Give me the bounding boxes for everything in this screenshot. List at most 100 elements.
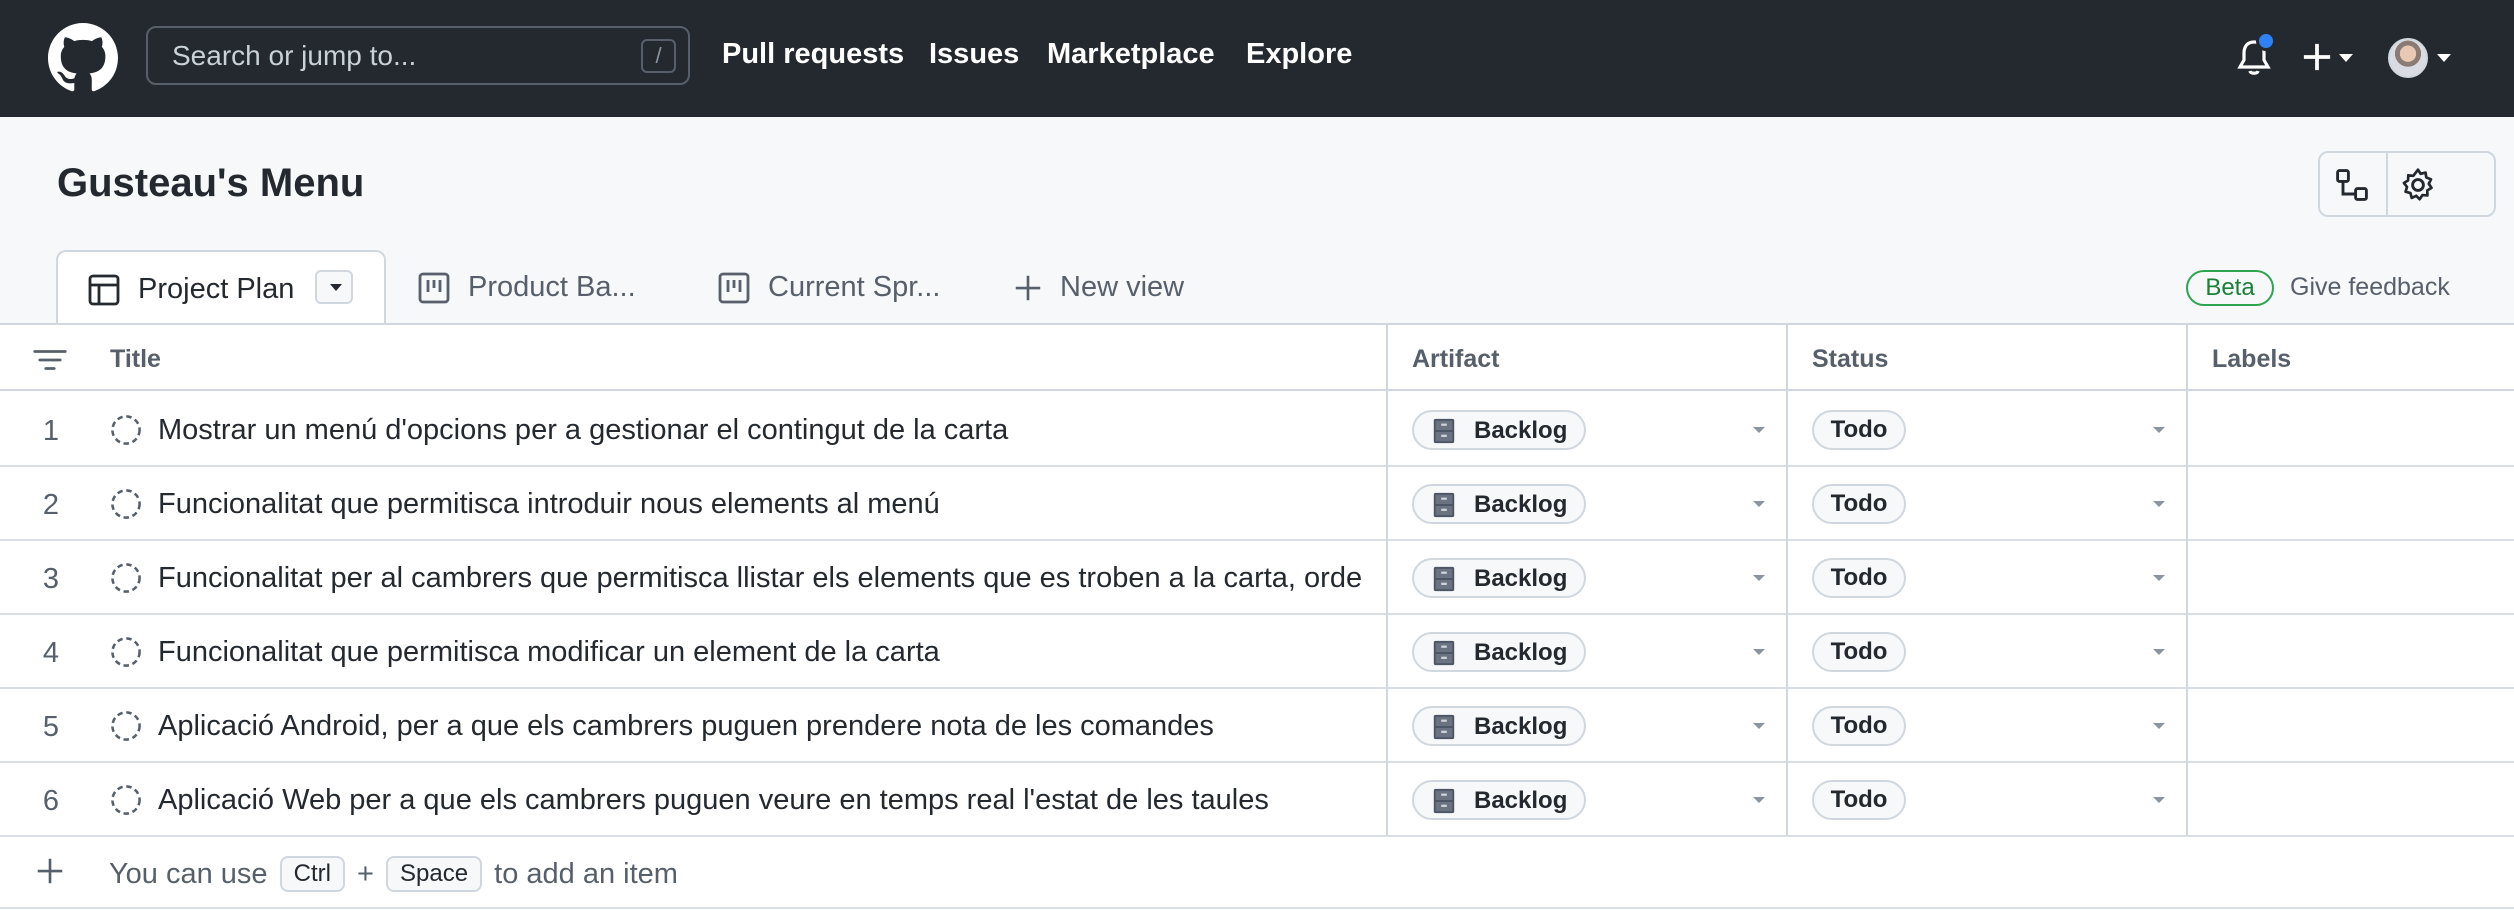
column-header-status[interactable]: Status xyxy=(1812,345,1888,374)
draft-issue-icon xyxy=(111,415,141,445)
avatar[interactable] xyxy=(2388,38,2428,78)
chevron-down-icon[interactable] xyxy=(2152,500,2166,508)
row-title[interactable]: Funcionalitat que permitisca modificar u… xyxy=(158,636,1362,669)
plus-icon[interactable] xyxy=(2302,42,2332,72)
row-title[interactable]: Mostrar un menú d'opcions per a gestiona… xyxy=(158,414,1362,447)
chevron-down-icon[interactable] xyxy=(2152,796,2166,804)
tab-label: Product Ba... xyxy=(468,271,636,303)
kbd-space: Space xyxy=(386,856,483,892)
status-pill[interactable]: Todo xyxy=(1812,632,1906,672)
page-title: Gusteau's Menu xyxy=(57,161,365,205)
nav-marketplace[interactable]: Marketplace xyxy=(1047,38,1215,71)
kbd-ctrl: Ctrl xyxy=(279,856,345,892)
draft-issue-icon xyxy=(111,489,141,519)
draft-issue-icon xyxy=(111,711,141,741)
row-title[interactable]: Funcionalitat per al cambrers que permit… xyxy=(158,562,1362,595)
table-row[interactable]: 4 Funcionalitat que permitisca modificar… xyxy=(0,615,2514,689)
row-number: 6 xyxy=(42,785,60,817)
status-pill[interactable]: Todo xyxy=(1812,780,1906,820)
table-row[interactable]: 6 Aplicació Web per a que els cambrers p… xyxy=(0,763,2514,837)
draft-issue-icon xyxy=(111,563,141,593)
add-item-suffix: to add an item xyxy=(494,858,678,890)
beta-badge: Beta xyxy=(2186,270,2274,306)
artifact-pill[interactable]: Backlog xyxy=(1412,706,1586,746)
table-row[interactable]: 1 Mostrar un menú d'opcions per a gestio… xyxy=(0,393,2514,467)
chevron-down-icon[interactable] xyxy=(2152,426,2166,434)
table-row[interactable]: 3 Funcionalitat per al cambrers que perm… xyxy=(0,541,2514,615)
row-number: 3 xyxy=(42,563,60,595)
column-header-labels[interactable]: Labels xyxy=(2212,345,2291,374)
tab-product-backlog[interactable]: Product Ba... xyxy=(416,250,656,324)
column-header-artifact[interactable]: Artifact xyxy=(1412,345,1500,374)
tab-project-plan[interactable]: Project Plan xyxy=(56,250,386,324)
status-pill[interactable]: Todo xyxy=(1812,706,1906,746)
chevron-down-icon[interactable] xyxy=(1752,722,1766,730)
gear-icon[interactable] xyxy=(2400,167,2436,203)
search-input[interactable]: Search or jump to... / xyxy=(146,26,690,85)
row-title[interactable]: Aplicació Android, per a que els cambrer… xyxy=(158,710,1362,743)
kbd-plus: + xyxy=(357,858,374,890)
chevron-down-icon[interactable] xyxy=(2152,574,2166,582)
add-item-row[interactable]: You can use Ctrl + Space to add an item xyxy=(0,835,2514,909)
tab-label: Project Plan xyxy=(138,273,295,305)
table-header-row: Title Artifact Status Labels xyxy=(0,323,2514,391)
draft-issue-icon xyxy=(111,785,141,815)
file-cabinet-icon xyxy=(1433,492,1455,518)
plus-icon[interactable] xyxy=(36,857,64,885)
artifact-label: Backlog xyxy=(1474,639,1568,666)
column-header-title[interactable]: Title xyxy=(110,345,161,374)
row-title[interactable]: Aplicació Web per a que els cambrers pug… xyxy=(158,784,1362,817)
artifact-pill[interactable]: Backlog xyxy=(1412,632,1586,672)
project-action-buttons xyxy=(2318,151,2496,217)
chevron-down-icon[interactable] xyxy=(2338,53,2354,63)
new-view-button[interactable]: New view xyxy=(1012,250,1232,324)
board-icon xyxy=(718,272,750,304)
add-item-prefix: You can use xyxy=(109,858,268,890)
nav-pull-requests[interactable]: Pull requests xyxy=(722,38,904,71)
tab-current-sprint[interactable]: Current Spr... xyxy=(716,250,956,324)
artifact-pill[interactable]: Backlog xyxy=(1412,558,1586,598)
status-pill[interactable]: Todo xyxy=(1812,410,1906,450)
add-item-hint: You can use Ctrl + Space to add an item xyxy=(109,856,678,892)
file-cabinet-icon xyxy=(1433,566,1455,592)
chevron-down-icon[interactable] xyxy=(1752,426,1766,434)
nav-issues[interactable]: Issues xyxy=(929,38,1019,71)
status-pill[interactable]: Todo xyxy=(1812,558,1906,598)
artifact-pill[interactable]: Backlog xyxy=(1412,780,1586,820)
row-number: 4 xyxy=(42,637,60,669)
board-icon xyxy=(418,272,450,304)
status-pill[interactable]: Todo xyxy=(1812,484,1906,524)
file-cabinet-icon xyxy=(1433,418,1455,444)
chevron-down-icon[interactable] xyxy=(1752,648,1766,656)
give-feedback-link[interactable]: Give feedback xyxy=(2290,273,2450,302)
artifact-label: Backlog xyxy=(1474,565,1568,592)
file-cabinet-icon xyxy=(1433,640,1455,666)
chevron-down-icon[interactable] xyxy=(2152,648,2166,656)
row-title[interactable]: Funcionalitat que permitisca introduir n… xyxy=(158,488,1362,521)
row-number: 5 xyxy=(42,711,60,743)
artifact-pill[interactable]: Backlog xyxy=(1412,484,1586,524)
tab-options-dropdown[interactable] xyxy=(315,270,353,304)
notification-dot xyxy=(2256,31,2276,51)
chevron-down-icon[interactable] xyxy=(1752,574,1766,582)
chevron-down-icon[interactable] xyxy=(1752,796,1766,804)
table-row[interactable]: 5 Aplicació Android, per a que els cambr… xyxy=(0,689,2514,763)
chevron-down-icon[interactable] xyxy=(2152,722,2166,730)
chevron-down-icon[interactable] xyxy=(1752,500,1766,508)
artifact-label: Backlog xyxy=(1474,417,1568,444)
table-icon xyxy=(88,274,120,306)
nav-explore[interactable]: Explore xyxy=(1246,38,1352,71)
column-divider xyxy=(2186,323,2188,835)
new-view-label: New view xyxy=(1060,271,1185,303)
plus-icon xyxy=(1015,275,1041,301)
artifact-label: Backlog xyxy=(1474,491,1568,518)
column-divider xyxy=(1786,323,1788,835)
artifact-pill[interactable]: Backlog xyxy=(1412,410,1586,450)
workflows-icon[interactable] xyxy=(2334,167,2370,203)
table-row[interactable]: 2 Funcionalitat que permitisca introduir… xyxy=(0,467,2514,541)
search-placeholder: Search or jump to... xyxy=(172,40,417,71)
filter-icon[interactable] xyxy=(33,348,67,372)
github-logo-icon[interactable] xyxy=(48,23,118,93)
chevron-down-icon[interactable] xyxy=(2436,53,2452,63)
file-cabinet-icon xyxy=(1433,714,1455,740)
